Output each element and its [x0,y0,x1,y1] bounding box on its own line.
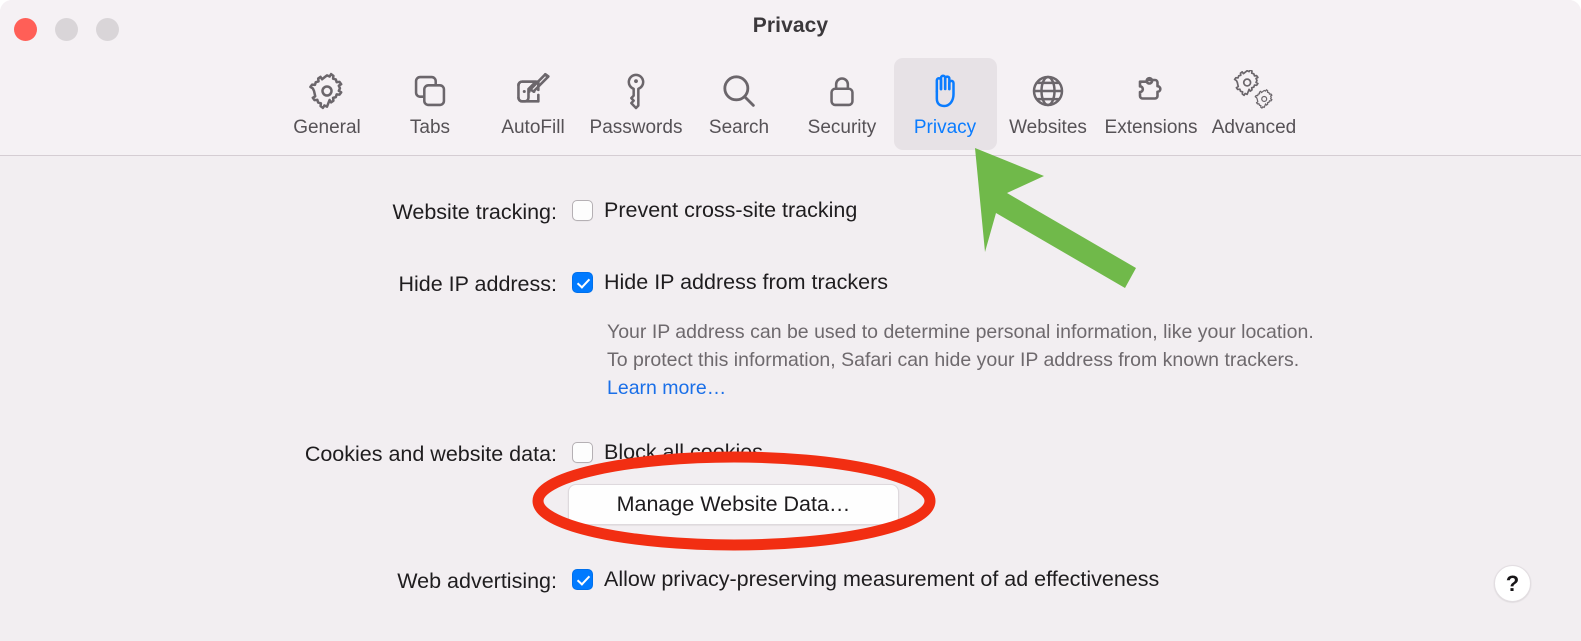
preferences-window: Privacy General Tabs AutoFill Passwords … [0,0,1581,641]
tab-autofill[interactable]: AutoFill [482,58,585,150]
page-title: Privacy [752,14,829,37]
block-all-cookies-row[interactable]: Block all cookies [572,440,763,464]
gear-icon [307,68,347,114]
manage-website-data-button[interactable]: Manage Website Data… [568,484,899,525]
hand-icon [925,68,965,114]
learn-more-link[interactable]: Learn more… [607,377,726,399]
search-icon [719,68,759,114]
tabs-icon [411,68,449,114]
hide-ip-from-trackers-checkbox[interactable] [572,272,593,293]
tab-security[interactable]: Security [791,58,894,150]
lock-icon [823,68,861,114]
tab-passwords[interactable]: Passwords [585,58,688,150]
allow-ad-measurement-row[interactable]: Allow privacy-preserving measurement of … [572,567,1160,591]
web-advertising-label: Web advertising: [397,569,557,593]
autofill-icon [512,68,554,114]
tab-label: Websites [1009,117,1087,138]
tab-label: Passwords [589,117,683,138]
tab-extensions[interactable]: Extensions [1100,58,1203,150]
tab-advanced[interactable]: Advanced [1203,58,1306,150]
preferences-toolbar: General Tabs AutoFill Passwords Search S… [0,56,1581,155]
allow-ad-measurement-checkbox[interactable] [572,569,593,590]
puzzle-icon [1131,68,1171,114]
title-bar: Privacy [0,0,1581,56]
gears-icon [1233,68,1275,114]
key-icon [616,68,656,114]
hide-ip-description-text: Your IP address can be used to determine… [607,321,1314,371]
hide-ip-address-label: Hide IP address: [398,272,557,296]
privacy-settings-panel: Website tracking: Prevent cross-site tra… [0,156,1581,641]
allow-ad-measurement-label: Allow privacy-preserving measurement of … [604,567,1160,591]
cookies-and-website-data-label: Cookies and website data: [304,442,557,466]
tab-label: Security [807,117,877,138]
hide-ip-from-trackers-label: Hide IP address from trackers [604,270,888,294]
prevent-cross-site-tracking-row[interactable]: Prevent cross-site tracking [572,198,858,222]
tab-label: Tabs [409,117,451,138]
prevent-cross-site-tracking-checkbox[interactable] [572,200,593,221]
tab-tabs[interactable]: Tabs [379,58,482,150]
website-tracking-label: Website tracking: [392,200,557,224]
tab-label: AutoFill [501,117,565,138]
hide-ip-from-trackers-row[interactable]: Hide IP address from trackers [572,270,888,294]
tab-label: Extensions [1104,117,1198,138]
hide-ip-description: Your IP address can be used to determine… [607,318,1319,402]
prevent-cross-site-tracking-label: Prevent cross-site tracking [604,198,858,222]
tab-general[interactable]: General [276,58,379,150]
tab-search[interactable]: Search [688,58,791,150]
tab-label: General [293,117,361,138]
tab-websites[interactable]: Websites [997,58,1100,150]
tab-privacy[interactable]: Privacy [893,58,997,150]
tab-label: Privacy [913,117,977,138]
block-all-cookies-checkbox[interactable] [572,442,593,463]
globe-icon [1028,68,1068,114]
help-button[interactable]: ? [1494,565,1531,602]
block-all-cookies-label: Block all cookies [604,440,763,464]
tab-label: Search [708,117,770,138]
tab-label: Advanced [1211,117,1297,138]
